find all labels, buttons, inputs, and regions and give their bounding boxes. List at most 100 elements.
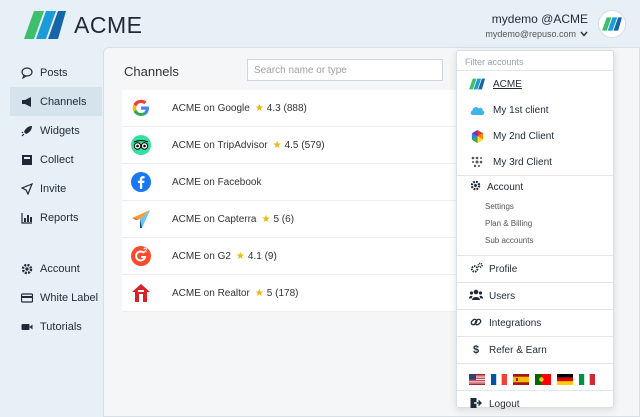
realtor-icon (130, 282, 152, 304)
cloud-icon (469, 102, 485, 118)
star-icon: ★ (254, 287, 264, 299)
channel-count: (178) (275, 287, 299, 299)
channel-name: ACME on Realtor (172, 287, 250, 299)
brand-logo[interactable]: ACME (24, 10, 142, 40)
channel-name: ACME on Google (172, 102, 250, 114)
channel-rating: 5 (266, 287, 273, 299)
sidebar-item-collect[interactable]: Collect (10, 145, 102, 174)
account-item-acme[interactable]: ACME (457, 71, 613, 97)
sidebar-item-label: Reports (40, 211, 79, 224)
facebook-icon (130, 171, 152, 193)
pt-flag-icon[interactable] (535, 372, 551, 385)
google-icon (130, 97, 152, 119)
us-flag-icon[interactable] (469, 372, 485, 385)
sidebar-item-tutorials[interactable]: Tutorials (10, 312, 102, 341)
comment-icon (20, 66, 34, 80)
acme-logo-icon (469, 76, 485, 92)
account-label: ACME (493, 78, 522, 90)
gear-icon (469, 180, 481, 194)
channel-count: (9) (264, 250, 277, 262)
search-input[interactable] (247, 59, 443, 81)
menu-item-users[interactable]: Users (457, 282, 613, 309)
menu-label: Integrations (489, 317, 542, 329)
g2-icon (130, 245, 152, 267)
card-icon (20, 291, 34, 305)
logout-icon (469, 397, 483, 412)
inbox-icon (20, 153, 34, 167)
sidebar-item-widgets[interactable]: Widgets (10, 116, 102, 145)
account-item-client-3[interactable]: My 3rd Client (457, 149, 613, 175)
plan-billing-link[interactable]: Plan & Billing (457, 215, 613, 232)
account-section-header: Account (457, 176, 613, 198)
channel-count: (6) (281, 213, 295, 225)
settings-link[interactable]: Settings (457, 198, 613, 215)
user-email: mydemo@repuso.com (485, 29, 576, 39)
account-label: My 2nd Client (493, 130, 555, 142)
sidebar-item-channels[interactable]: Channels (10, 87, 102, 116)
channel-row-google[interactable]: ACME on Google ★ 4.3 (888) (122, 90, 462, 127)
sidebar-item-label: Widgets (40, 124, 80, 137)
star-icon: ★ (261, 213, 271, 225)
fr-flag-icon[interactable] (491, 372, 507, 385)
channel-row-g2[interactable]: ACME on G2 ★ 4.1 (9) (122, 238, 462, 275)
send-icon (20, 182, 34, 196)
sidebar-item-reports[interactable]: Reports (10, 203, 102, 232)
logout-button[interactable]: Logout (457, 390, 613, 417)
sidebar-item-posts[interactable]: Posts (10, 58, 102, 87)
sidebar-item-account[interactable]: Account (10, 254, 102, 283)
menu-item-profile[interactable]: Profile (457, 255, 613, 282)
menu-label: Users (489, 290, 516, 302)
star-icon: ★ (272, 139, 282, 151)
filter-accounts-input[interactable]: Filter accounts (457, 51, 613, 71)
account-label: My 3rd Client (493, 156, 552, 168)
channel-rating: 4.5 (284, 139, 299, 151)
channel-name: ACME on TripAdvisor (172, 139, 268, 151)
megaphone-icon (20, 95, 34, 109)
rocket-icon (20, 124, 34, 138)
sidebar-item-white-label[interactable]: White Label (10, 283, 102, 312)
es-flag-icon[interactable] (513, 372, 529, 385)
channel-row-tripadvisor[interactable]: ACME on TripAdvisor ★ 4.5 (579) (122, 127, 462, 164)
it-flag-icon[interactable] (579, 372, 595, 385)
chevron-down-icon (580, 31, 588, 37)
user-menu-toggle[interactable]: mydemo @ACME mydemo@repuso.com (485, 12, 588, 39)
channel-list: ACME on Google ★ 4.3 (888) ACME on TripA… (122, 90, 462, 312)
avatar[interactable] (598, 10, 626, 38)
language-selector (457, 363, 613, 390)
account-item-client-1[interactable]: My 1st client (457, 97, 613, 123)
sub-accounts-link[interactable]: Sub accounts (457, 232, 613, 249)
channel-row-capterra[interactable]: ACME on Capterra ★ 5 (6) (122, 201, 462, 238)
sidebar-item-label: Channels (40, 95, 87, 108)
star-icon: ★ (254, 102, 264, 114)
channel-count: (579) (301, 139, 325, 151)
sidebar-item-label: Posts (40, 66, 68, 79)
channel-name: ACME on G2 (172, 250, 231, 262)
sidebar-item-label: Invite (40, 182, 67, 195)
gear-icon (20, 262, 34, 276)
sidebar-item-label: Collect (40, 153, 74, 166)
menu-item-integrations[interactable]: Integrations (457, 309, 613, 336)
video-icon (20, 320, 34, 334)
de-flag-icon[interactable] (557, 372, 573, 385)
sidebar-item-label: Tutorials (40, 320, 82, 333)
brand-name: ACME (74, 11, 143, 38)
menu-item-refer-earn[interactable]: $ Refer & Earn (457, 336, 613, 363)
page-title: Channels (124, 64, 179, 79)
channel-name: ACME on Facebook (172, 176, 262, 188)
gears-icon (469, 262, 483, 277)
sidebar-item-label: Account (40, 262, 80, 275)
channel-rating: 5 (273, 213, 280, 225)
account-label: My 1st client (493, 104, 549, 116)
acme-logo-icon (24, 11, 66, 39)
users-icon (469, 289, 483, 303)
sidebar-item-invite[interactable]: Invite (10, 174, 102, 203)
menu-label: Refer & Earn (489, 344, 547, 356)
account-item-client-2[interactable]: My 2nd Client (457, 123, 613, 149)
user-name: mydemo @ACME (491, 12, 588, 26)
dollar-icon: $ (472, 344, 480, 356)
account-section-label: Account (487, 181, 524, 193)
star-icon: ★ (235, 250, 245, 262)
dots-icon (469, 154, 485, 170)
channel-row-facebook[interactable]: ACME on Facebook (122, 164, 462, 201)
channel-row-realtor[interactable]: ACME on Realtor ★ 5 (178) (122, 275, 462, 312)
